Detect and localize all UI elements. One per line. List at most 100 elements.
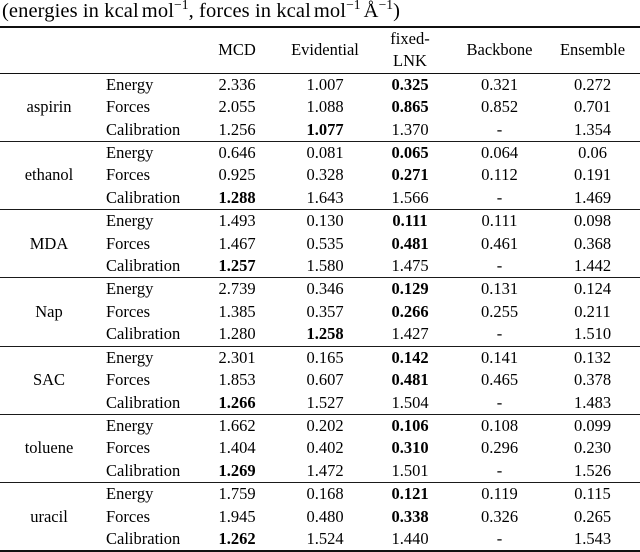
table-row: SAC Energy 2.301 0.165 0.142 0.141 0.132 <box>0 347 640 389</box>
metric-label: Forces <box>106 438 150 458</box>
cell-backbone: - <box>496 392 503 412</box>
cell-ensemble: 1.354 <box>573 119 612 139</box>
cell-fixed-lnk: 0.481 <box>391 370 429 390</box>
results-table-container: MCD Evidential fixed-LNK Backbone Ensemb… <box>0 26 640 552</box>
cell-gap <box>446 164 454 186</box>
cell-gap <box>446 187 454 210</box>
cell-gap <box>446 323 454 346</box>
table-row: aspirin Energy 2.336 1.007 0.325 0.321 0.272 <box>0 74 640 116</box>
cell-gap <box>446 460 454 483</box>
cell-fixed-lnk: 0.129 <box>391 279 429 299</box>
cell-fixed-lnk: 0.310 <box>391 438 429 458</box>
cell-evidential: 0.081 <box>306 143 344 163</box>
cell-backbone: 0.465 <box>480 370 519 390</box>
cell-backbone: - <box>496 187 503 207</box>
cell-backbone: 0.141 <box>480 347 519 367</box>
cell-mcd: 0.646 <box>218 143 256 163</box>
species-label: MDA <box>29 233 69 253</box>
cell-mcd: 2.055 <box>218 97 256 117</box>
cell-mcd: 1.257 <box>218 256 256 276</box>
cell-fixed-lnk: 0.065 <box>391 143 429 163</box>
cell-backbone: - <box>496 256 503 276</box>
cell-ensemble: 1.483 <box>573 392 612 412</box>
cell-fixed-lnk: 1.501 <box>391 460 429 480</box>
cell-mcd: 1.759 <box>218 484 256 504</box>
cell-evidential: 0.607 <box>306 370 344 390</box>
cell-gap <box>446 369 454 391</box>
cell-mcd: 0.925 <box>218 165 256 185</box>
header-species <box>0 28 98 73</box>
metric-label: Calibration <box>106 119 181 139</box>
cell-gap <box>446 437 454 459</box>
caption-unit2-base: mol <box>313 0 347 22</box>
cell-fixed-lnk: 0.121 <box>391 484 429 504</box>
cell-evidential: 0.346 <box>306 279 344 299</box>
cell-fixed-lnk: 1.427 <box>391 324 429 344</box>
cell-mcd: 1.269 <box>218 460 256 480</box>
cell-gap <box>446 415 454 437</box>
cell-fixed-lnk: 0.865 <box>391 97 429 117</box>
cell-fixed-lnk: 0.271 <box>391 165 429 185</box>
caption-unit1-base: mol <box>141 0 174 22</box>
cell-mcd: 1.266 <box>218 392 256 412</box>
cell-backbone: 0.321 <box>480 74 519 94</box>
cell-ensemble: 0.099 <box>573 415 612 435</box>
cell-gap <box>446 278 454 300</box>
cell-gap <box>446 210 454 232</box>
cell-ensemble: 1.510 <box>573 324 612 344</box>
cell-gap <box>446 392 454 415</box>
header-evidential: Evidential <box>291 40 359 60</box>
cell-evidential: 0.357 <box>306 301 344 321</box>
cell-mcd: 1.493 <box>218 211 256 231</box>
cell-mcd: 1.945 <box>218 506 256 526</box>
cell-backbone: 0.852 <box>480 97 519 117</box>
metric-label: Energy <box>106 143 154 163</box>
cell-mcd: 1.385 <box>218 301 256 321</box>
cell-evidential: 1.472 <box>306 460 344 480</box>
cell-backbone: 0.131 <box>480 279 519 299</box>
metric-label: Forces <box>106 370 150 390</box>
header-row: MCD Evidential fixed-LNK Backbone Ensemb… <box>0 28 640 73</box>
metric-label: Calibration <box>106 460 181 480</box>
caption-mid: , forces in kcal <box>188 0 311 22</box>
header-backbone: Backbone <box>466 40 533 60</box>
cell-gap <box>446 347 454 369</box>
caption-lead: (energies in kcal <box>2 0 139 22</box>
cell-backbone: 0.119 <box>481 484 518 504</box>
species-label: Nap <box>35 301 63 321</box>
cell-backbone: - <box>496 119 503 139</box>
cell-ensemble: 0.06 <box>578 143 607 163</box>
cell-evidential: 1.077 <box>306 119 344 139</box>
cell-evidential: 1.643 <box>306 187 344 207</box>
cell-ensemble: 0.378 <box>573 370 612 390</box>
metric-label: Energy <box>106 279 154 299</box>
cell-gap <box>446 301 454 323</box>
header-fixed-lnk: fixed-LNK <box>390 29 430 71</box>
cell-backbone: - <box>496 528 503 548</box>
metric-label: Forces <box>106 97 150 117</box>
caption-unit1-exponent: −1 <box>174 0 189 13</box>
cell-mcd: 1.280 <box>218 324 256 344</box>
caption-unit3-exponent: −1 <box>378 0 394 13</box>
cell-gap <box>446 233 454 255</box>
cell-backbone: - <box>496 324 503 344</box>
cell-ensemble: 0.191 <box>573 165 612 185</box>
cell-mcd: 2.336 <box>218 74 256 94</box>
cell-fixed-lnk: 1.504 <box>391 392 429 412</box>
cell-fixed-lnk: 0.481 <box>391 233 429 253</box>
cell-ensemble: 0.211 <box>574 301 611 321</box>
metric-label: Forces <box>106 165 150 185</box>
table-row: Nap Energy 2.739 0.346 0.129 0.131 0.124 <box>0 278 640 320</box>
cell-fixed-lnk: 1.370 <box>391 119 429 139</box>
header-metric <box>98 28 198 73</box>
cell-evidential: 1.007 <box>306 74 344 94</box>
cell-ensemble: 0.230 <box>573 438 612 458</box>
metric-label: Calibration <box>106 256 181 276</box>
cell-evidential: 0.480 <box>306 506 344 526</box>
cell-backbone: - <box>496 460 503 480</box>
caption-unit-angstrom: Å−1 <box>364 0 394 22</box>
cell-ensemble: 0.701 <box>573 97 612 117</box>
species-label: ethanol <box>24 165 74 185</box>
cell-evidential: 0.165 <box>306 347 344 367</box>
metric-label: Forces <box>106 233 150 253</box>
